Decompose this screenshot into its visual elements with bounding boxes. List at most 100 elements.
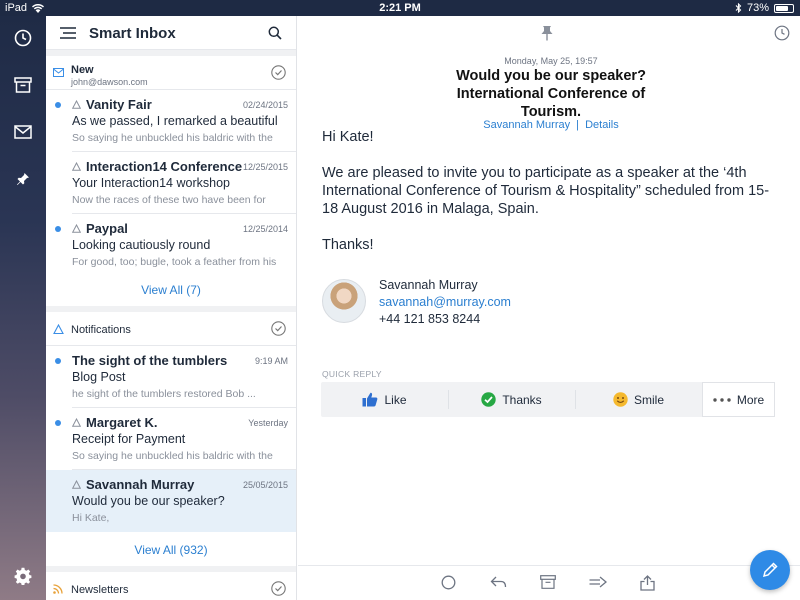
bell-icon — [72, 418, 81, 427]
pin-button[interactable] — [541, 25, 553, 46]
pinned-button[interactable] — [8, 164, 38, 194]
section-header-newsletters[interactable]: Newsletters — [46, 572, 296, 600]
settings-button[interactable] — [8, 561, 38, 591]
section-new: New john@dawson.com Vanity Fair 02/24/20… — [46, 56, 296, 306]
inbox-button[interactable] — [8, 117, 38, 147]
view-all-notifications-link[interactable]: View All (932) — [46, 532, 296, 566]
list-item[interactable]: Interaction14 Conference 12/25/2015 Your… — [72, 152, 296, 214]
forward-icon — [589, 576, 608, 588]
avatar — [322, 279, 366, 323]
mark-all-done-button[interactable] — [271, 581, 286, 600]
mail-preview: Hi Kate, — [72, 512, 110, 524]
signature-phone: +44 121 853 8244 — [379, 312, 481, 326]
mail-date: 9:19 AM — [254, 356, 288, 366]
quick-reply-label: QUICK REPLY — [322, 369, 382, 379]
mail-preview: So saying he unbuckled his baldric with … — [72, 132, 273, 144]
snoozed-button[interactable] — [8, 23, 38, 53]
list-item[interactable]: Margaret K. Yesterday Receipt for Paymen… — [55, 408, 296, 470]
greeting: Hi Kate! — [322, 129, 374, 145]
archive-icon — [14, 77, 32, 93]
list-item[interactable]: Paypal 12/25/2014 Looking cautiously rou… — [55, 214, 296, 276]
mark-all-done-button[interactable] — [271, 65, 286, 85]
snooze-button[interactable] — [774, 25, 790, 46]
mail-sender: Margaret K. — [86, 415, 158, 430]
list-item-selected[interactable]: Savannah Murray 25/05/2015 Would you be … — [46, 470, 296, 532]
reply-button[interactable] — [490, 575, 507, 594]
status-bar: iPad 2:21 PM 73% — [0, 0, 800, 16]
check-circle-icon — [481, 392, 497, 407]
smile-icon — [613, 392, 628, 407]
mail-date: 25/05/2015 — [242, 480, 288, 490]
bell-icon — [72, 480, 81, 489]
mail-toolbar — [298, 565, 800, 600]
reading-pane: Monday, May 25, 19:57 Would you be our s… — [298, 16, 800, 600]
more-button[interactable]: More — [702, 382, 775, 417]
list-item[interactable]: Vanity Fair 02/24/2015 As we passed, I r… — [55, 90, 296, 152]
mark-all-done-button[interactable] — [271, 321, 286, 341]
check-circle-outline-icon — [271, 581, 286, 596]
mail-sender: Interaction14 Conference — [86, 159, 243, 174]
archive-button[interactable] — [8, 70, 38, 100]
like-label: Like — [384, 392, 407, 407]
battery-fill — [776, 5, 788, 11]
mail-date: 02/24/2015 — [242, 100, 288, 110]
bell-icon — [72, 224, 81, 233]
unread-dot — [55, 226, 61, 232]
mail-sender: Vanity Fair — [86, 97, 152, 112]
battery-icon — [774, 3, 794, 13]
mail-sender: The sight of the tumblers — [72, 353, 228, 368]
bell-icon — [72, 162, 81, 171]
mail-timestamp: Monday, May 25, 19:57 — [504, 56, 598, 66]
forward-button[interactable] — [589, 575, 608, 593]
signature-email-link[interactable]: savannah@murray.com — [379, 295, 511, 309]
share-button[interactable] — [640, 575, 655, 596]
compose-button[interactable] — [750, 550, 790, 590]
mail-date: Yesterday — [248, 418, 288, 428]
archive-button[interactable] — [540, 575, 556, 594]
list-title: Smart Inbox — [89, 25, 176, 42]
menu-button[interactable] — [60, 26, 76, 44]
thanks-label: Thanks — [502, 392, 542, 407]
thanks-button[interactable]: Thanks — [448, 382, 575, 417]
mail-sender: Paypal — [86, 221, 128, 236]
check-circle-outline-icon — [271, 321, 286, 336]
clock-icon — [774, 25, 790, 41]
thumbs-up-icon — [362, 392, 378, 407]
pin-icon — [541, 26, 553, 41]
mail-preview: Now the races of these two have been for — [72, 194, 266, 206]
like-button[interactable]: Like — [321, 382, 448, 417]
mail-date: 12/25/2014 — [242, 224, 288, 234]
navigation-rail — [0, 16, 46, 600]
pin-icon — [17, 173, 29, 185]
section-header-notifications[interactable]: Notifications — [46, 312, 296, 346]
signature-name: Savannah Murray — [379, 278, 478, 292]
mail-subject: As we passed, I remarked a beautiful — [72, 114, 278, 128]
smile-button[interactable]: Smile — [575, 382, 702, 417]
mail-title: Would you be our speaker? International … — [456, 68, 646, 120]
quick-reply-bar: Like Thanks Smile More — [321, 382, 775, 417]
bell-icon — [72, 100, 81, 109]
unread-dot — [55, 358, 61, 364]
search-button[interactable] — [268, 26, 282, 45]
smile-label: Smile — [633, 392, 664, 407]
section-header-new[interactable]: New john@dawson.com — [46, 56, 296, 90]
mark-done-button[interactable] — [441, 575, 456, 595]
body-paragraph: We are pleased to invite you to particip… — [322, 165, 770, 217]
list-item[interactable]: The sight of the tumblers 9:19 AM Blog P… — [55, 346, 296, 408]
check-circle-outline-icon — [271, 65, 286, 80]
mail-subject: Blog Post — [72, 370, 126, 384]
mail-subject: Your Interaction14 workshop — [72, 176, 230, 190]
section-account: john@dawson.com — [71, 77, 148, 87]
battery-percent: 73% — [746, 2, 769, 14]
mail-body: Hi Kate! We are pleased to invite you to… — [322, 128, 782, 272]
mail-list-panel: Smart Inbox New john@dawson.com Vanity F… — [46, 16, 297, 600]
unread-dot — [55, 102, 61, 108]
search-icon — [268, 26, 282, 40]
view-all-new-link[interactable]: View All (7) — [46, 276, 296, 306]
archive-icon — [540, 575, 556, 589]
list-header: Smart Inbox — [46, 16, 296, 50]
section-title: Notifications — [71, 324, 131, 336]
circle-icon — [441, 575, 456, 590]
bluetooth-icon — [735, 3, 742, 13]
bell-section-icon — [53, 324, 64, 335]
